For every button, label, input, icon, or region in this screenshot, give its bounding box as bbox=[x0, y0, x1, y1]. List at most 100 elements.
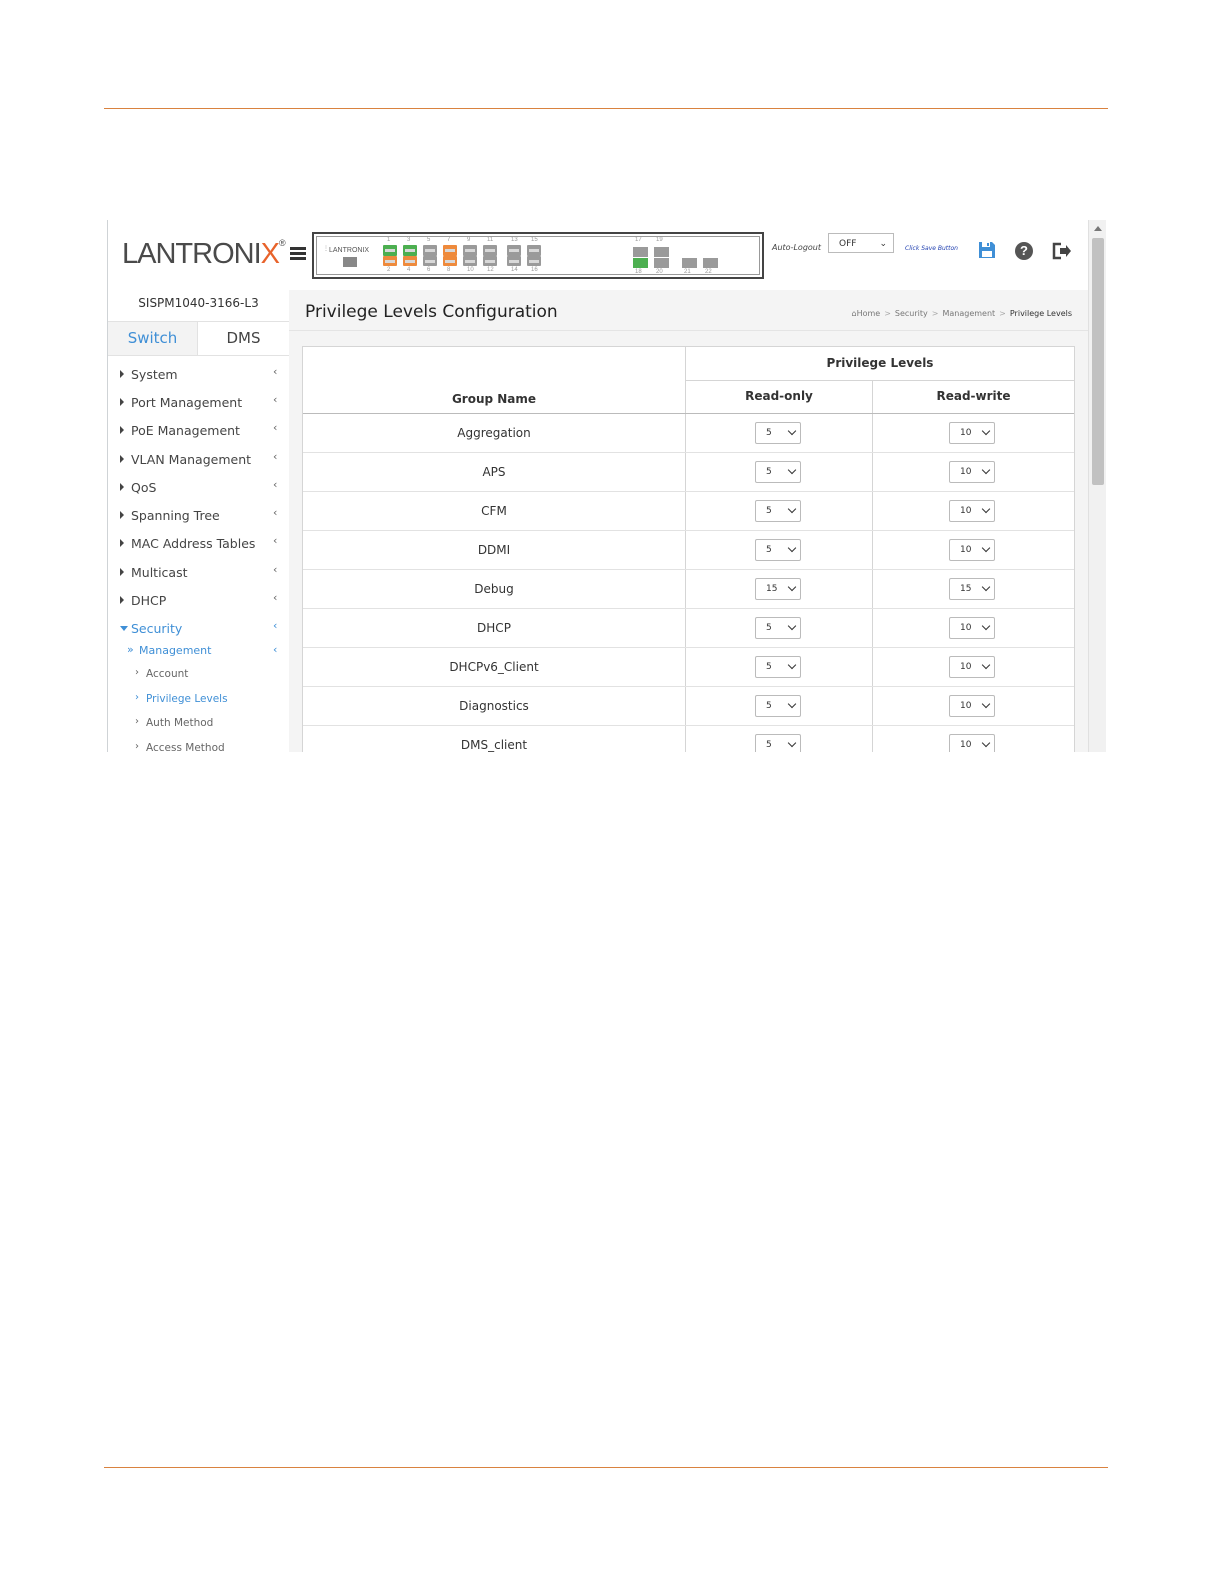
breadcrumb-management[interactable]: Management bbox=[942, 309, 995, 318]
port-icon[interactable] bbox=[383, 256, 397, 266]
caret-right-icon bbox=[120, 370, 124, 378]
read-write-select[interactable]: 10 bbox=[949, 422, 995, 444]
read-write-select[interactable]: 15 bbox=[949, 578, 995, 600]
read-only-select[interactable]: 15 bbox=[755, 578, 801, 600]
port-number-label: 7 bbox=[447, 237, 451, 243]
sidebar-item-system[interactable]: System ‹ bbox=[108, 365, 289, 385]
port-icon[interactable] bbox=[527, 245, 541, 256]
caret-right-icon bbox=[120, 426, 124, 434]
chevron-left-icon: ‹ bbox=[273, 365, 278, 378]
hamburger-menu-icon[interactable] bbox=[290, 247, 306, 261]
read-write-cell: 10 bbox=[873, 648, 1074, 686]
read-write-select[interactable]: 10 bbox=[949, 500, 995, 522]
sidebar-leaf-privilege-levels[interactable]: › Privilege Levels bbox=[108, 692, 289, 708]
scroll-up-icon[interactable] bbox=[1094, 226, 1102, 231]
header-privilege-levels: Privilege Levels bbox=[686, 347, 1074, 381]
port-icon[interactable] bbox=[463, 256, 477, 266]
read-only-cell: 5 bbox=[686, 453, 873, 491]
port-number-label: 8 bbox=[447, 267, 451, 273]
breadcrumb-home[interactable]: Home bbox=[857, 309, 881, 318]
sidebar-item-mac-address-tables[interactable]: MAC Address Tables ‹ bbox=[108, 534, 289, 554]
sidebar-item-dhcp[interactable]: DHCP ‹ bbox=[108, 591, 289, 611]
table-row: Aggregation 5 10 bbox=[303, 414, 1074, 453]
logout-icon[interactable] bbox=[1052, 242, 1072, 260]
read-only-select[interactable]: 5 bbox=[755, 422, 801, 444]
sidebar-item-port-management[interactable]: Port Management ‹ bbox=[108, 393, 289, 413]
read-only-select[interactable]: 5 bbox=[755, 656, 801, 678]
read-only-cell: 15 bbox=[686, 570, 873, 608]
read-only-select[interactable]: 5 bbox=[755, 539, 801, 561]
sidebar-leaf-auth-method[interactable]: › Auth Method bbox=[108, 716, 289, 732]
chevron-down-icon bbox=[787, 543, 797, 553]
breadcrumb-security[interactable]: Security bbox=[895, 309, 928, 318]
port-icon[interactable] bbox=[443, 256, 457, 266]
read-write-select[interactable]: 10 bbox=[949, 695, 995, 717]
caret-right-icon bbox=[120, 511, 124, 519]
read-only-select[interactable]: 5 bbox=[755, 500, 801, 522]
read-only-select[interactable]: 5 bbox=[755, 461, 801, 483]
port-icon[interactable] bbox=[383, 245, 397, 256]
port-icon[interactable] bbox=[403, 245, 417, 256]
read-write-select[interactable]: 10 bbox=[949, 734, 995, 752]
read-write-select[interactable]: 10 bbox=[949, 539, 995, 561]
port-icon[interactable] bbox=[423, 245, 437, 256]
port-icon[interactable] bbox=[507, 245, 521, 256]
tab-dms[interactable]: DMS bbox=[198, 322, 289, 355]
port-icon[interactable] bbox=[483, 256, 497, 266]
port-icon[interactable] bbox=[423, 256, 437, 266]
sidebar-leaf-account[interactable]: › Account bbox=[108, 667, 289, 683]
scroll-thumb[interactable] bbox=[1092, 238, 1104, 485]
sfp-port-icon[interactable] bbox=[703, 258, 718, 268]
sfp-port-icon[interactable] bbox=[633, 247, 648, 257]
sidebar-subitem-management[interactable]: » Management ‹ bbox=[108, 642, 289, 660]
header-read-only: Read-only bbox=[686, 380, 873, 413]
read-write-select[interactable]: 10 bbox=[949, 461, 995, 483]
read-write-cell: 10 bbox=[873, 609, 1074, 647]
sfp-number-label: 21 bbox=[684, 269, 691, 275]
document-footer-rule bbox=[104, 1467, 1108, 1468]
port-icon[interactable] bbox=[483, 245, 497, 256]
breadcrumb: ⌂Home > Security > Management > Privilege Leve… bbox=[851, 309, 1073, 318]
sfp-port-icon[interactable] bbox=[682, 258, 697, 268]
sfp-port-icon[interactable] bbox=[654, 247, 669, 257]
chevron-down-icon bbox=[787, 504, 797, 514]
sidebar-item-security[interactable]: Security ‹ bbox=[108, 619, 289, 639]
port-number-label: 3 bbox=[407, 237, 411, 243]
chevron-down-icon bbox=[787, 738, 797, 748]
port-icon[interactable] bbox=[507, 256, 521, 266]
port-icon[interactable] bbox=[443, 245, 457, 256]
sidebar-leaf-access-method[interactable]: › Access Method bbox=[108, 741, 289, 752]
sidebar-item-qos[interactable]: QoS ‹ bbox=[108, 478, 289, 498]
chevron-down-icon: ⌄ bbox=[879, 239, 887, 249]
caret-right-icon bbox=[120, 483, 124, 491]
chevron-right-icon: › bbox=[135, 741, 139, 752]
chevron-down-icon bbox=[981, 660, 991, 670]
port-icon[interactable] bbox=[403, 256, 417, 266]
sidebar-tabs: Switch DMS bbox=[108, 321, 289, 356]
sidebar-item-multicast[interactable]: Multicast ‹ bbox=[108, 563, 289, 583]
save-icon[interactable] bbox=[978, 241, 996, 259]
help-icon[interactable]: ? bbox=[1015, 242, 1033, 260]
sfp-port-icon[interactable] bbox=[633, 258, 648, 268]
sidebar-item-poe-management[interactable]: PoE Management ‹ bbox=[108, 421, 289, 441]
port-number-label: 5 bbox=[427, 237, 431, 243]
read-write-select[interactable]: 10 bbox=[949, 617, 995, 639]
sidebar-item-spanning-tree[interactable]: Spanning Tree ‹ bbox=[108, 506, 289, 526]
caret-down-icon bbox=[120, 626, 128, 631]
auto-logout-select[interactable]: OFF ⌄ bbox=[828, 233, 894, 253]
table-row: DDMI 5 10 bbox=[303, 531, 1074, 570]
tab-switch[interactable]: Switch bbox=[108, 322, 198, 355]
document-header-rule bbox=[104, 108, 1108, 109]
read-write-select[interactable]: 10 bbox=[949, 656, 995, 678]
port-icon[interactable] bbox=[463, 245, 477, 256]
read-only-select[interactable]: 5 bbox=[755, 695, 801, 717]
chevron-right-icon: › bbox=[135, 716, 139, 727]
port-icon[interactable] bbox=[527, 256, 541, 266]
vertical-scrollbar[interactable] bbox=[1088, 220, 1106, 752]
sfp-port-icon[interactable] bbox=[654, 258, 669, 268]
double-chevron-right-icon: » bbox=[127, 643, 134, 656]
read-write-cell: 15 bbox=[873, 570, 1074, 608]
read-only-select[interactable]: 5 bbox=[755, 734, 801, 752]
sidebar-item-vlan-management[interactable]: VLAN Management ‹ bbox=[108, 450, 289, 470]
read-only-select[interactable]: 5 bbox=[755, 617, 801, 639]
